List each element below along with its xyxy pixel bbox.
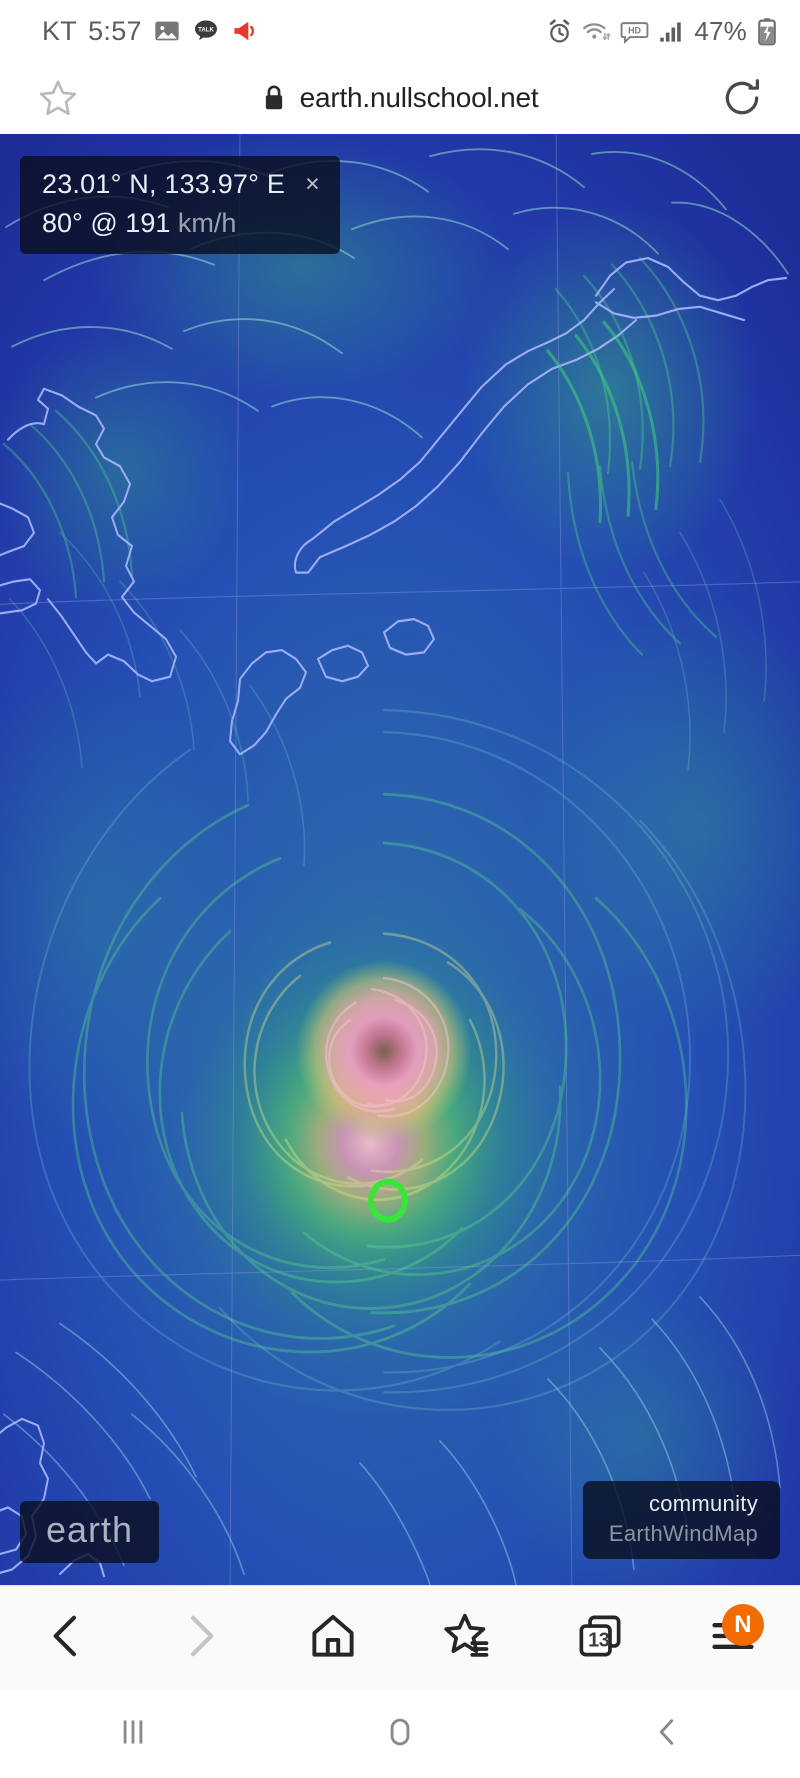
nav-home-button[interactable] — [267, 1586, 400, 1690]
carrier-label: KT — [42, 15, 78, 46]
close-icon[interactable]: × — [305, 172, 320, 197]
bookmarks-icon — [441, 1610, 493, 1667]
map-canvas[interactable] — [0, 134, 800, 1585]
nav-forward-button[interactable] — [133, 1586, 266, 1690]
back-icon — [41, 1610, 93, 1667]
kakaotalk-icon: TALK — [192, 17, 220, 45]
nav-tabs-button[interactable]: 13 — [533, 1586, 666, 1690]
wind-separator: @ — [90, 208, 118, 238]
home-icon — [307, 1610, 359, 1667]
coordinate-text: 23.01° N, 133.97° E — [42, 169, 286, 199]
wind-readout-row: 80° @ 191 km/h — [42, 208, 320, 239]
megaphone-icon — [231, 17, 261, 45]
wind-map[interactable]: 23.01° N, 133.97° E × 80° @ 191 km/h ear… — [0, 134, 800, 1585]
svg-text:TALK: TALK — [198, 27, 214, 33]
menu-notification-badge: N — [721, 1604, 764, 1646]
nav-back-button[interactable] — [0, 1586, 133, 1690]
photo-icon — [153, 17, 181, 45]
browser-bottom-nav: 13 N — [0, 1585, 800, 1690]
android-home-button[interactable] — [267, 1713, 534, 1756]
coordinate-row: 23.01° N, 133.97° E × — [42, 169, 320, 200]
android-system-nav — [0, 1690, 800, 1778]
android-back-icon — [648, 1713, 686, 1756]
nav-bookmarks-button[interactable] — [400, 1586, 533, 1690]
wind-unit[interactable]: km/h — [178, 208, 237, 238]
add-bookmark-button[interactable] — [30, 77, 86, 119]
location-info-panel[interactable]: 23.01° N, 133.97° E × 80° @ 191 km/h — [20, 156, 340, 254]
url-display[interactable]: earth.nullschool.net — [86, 82, 714, 114]
reload-button[interactable] — [714, 76, 770, 120]
url-text: earth.nullschool.net — [299, 82, 539, 113]
phone-screen: KT 5:57 TALK HD 47% earth.nullschool.net… — [0, 0, 800, 1778]
wind-direction: 80° — [42, 208, 83, 238]
hd-voice-icon: HD — [620, 18, 649, 45]
battery-charging-icon — [756, 17, 778, 46]
forward-icon — [174, 1610, 226, 1667]
nav-menu-button[interactable]: N — [667, 1586, 800, 1690]
recents-icon — [114, 1713, 152, 1756]
status-bar-left: KT 5:57 TALK — [42, 16, 261, 47]
battery-label: 47% — [694, 15, 747, 46]
android-recents-button[interactable] — [0, 1713, 267, 1756]
wifi-icon — [582, 18, 611, 45]
home-circle-icon — [381, 1713, 419, 1756]
clock-label: 5:57 — [88, 15, 142, 46]
lock-icon — [262, 84, 286, 112]
community-title: community — [648, 1491, 758, 1516]
status-bar: KT 5:57 TALK HD 47% — [0, 0, 800, 62]
status-bar-right: HD 47% — [546, 16, 778, 47]
browser-url-bar: earth.nullschool.net — [0, 62, 800, 134]
community-attribution[interactable]: community EarthWindMap — [582, 1481, 780, 1559]
tab-count-label: 13 — [588, 1629, 610, 1652]
signal-bars-icon — [658, 18, 685, 45]
community-source: EarthWindMap — [608, 1521, 758, 1546]
android-back-button[interactable] — [533, 1713, 800, 1756]
earth-menu-button[interactable]: earth — [20, 1501, 160, 1563]
alarm-icon — [546, 18, 573, 45]
wind-speed: 191 — [125, 208, 171, 238]
svg-text:HD: HD — [628, 25, 641, 35]
